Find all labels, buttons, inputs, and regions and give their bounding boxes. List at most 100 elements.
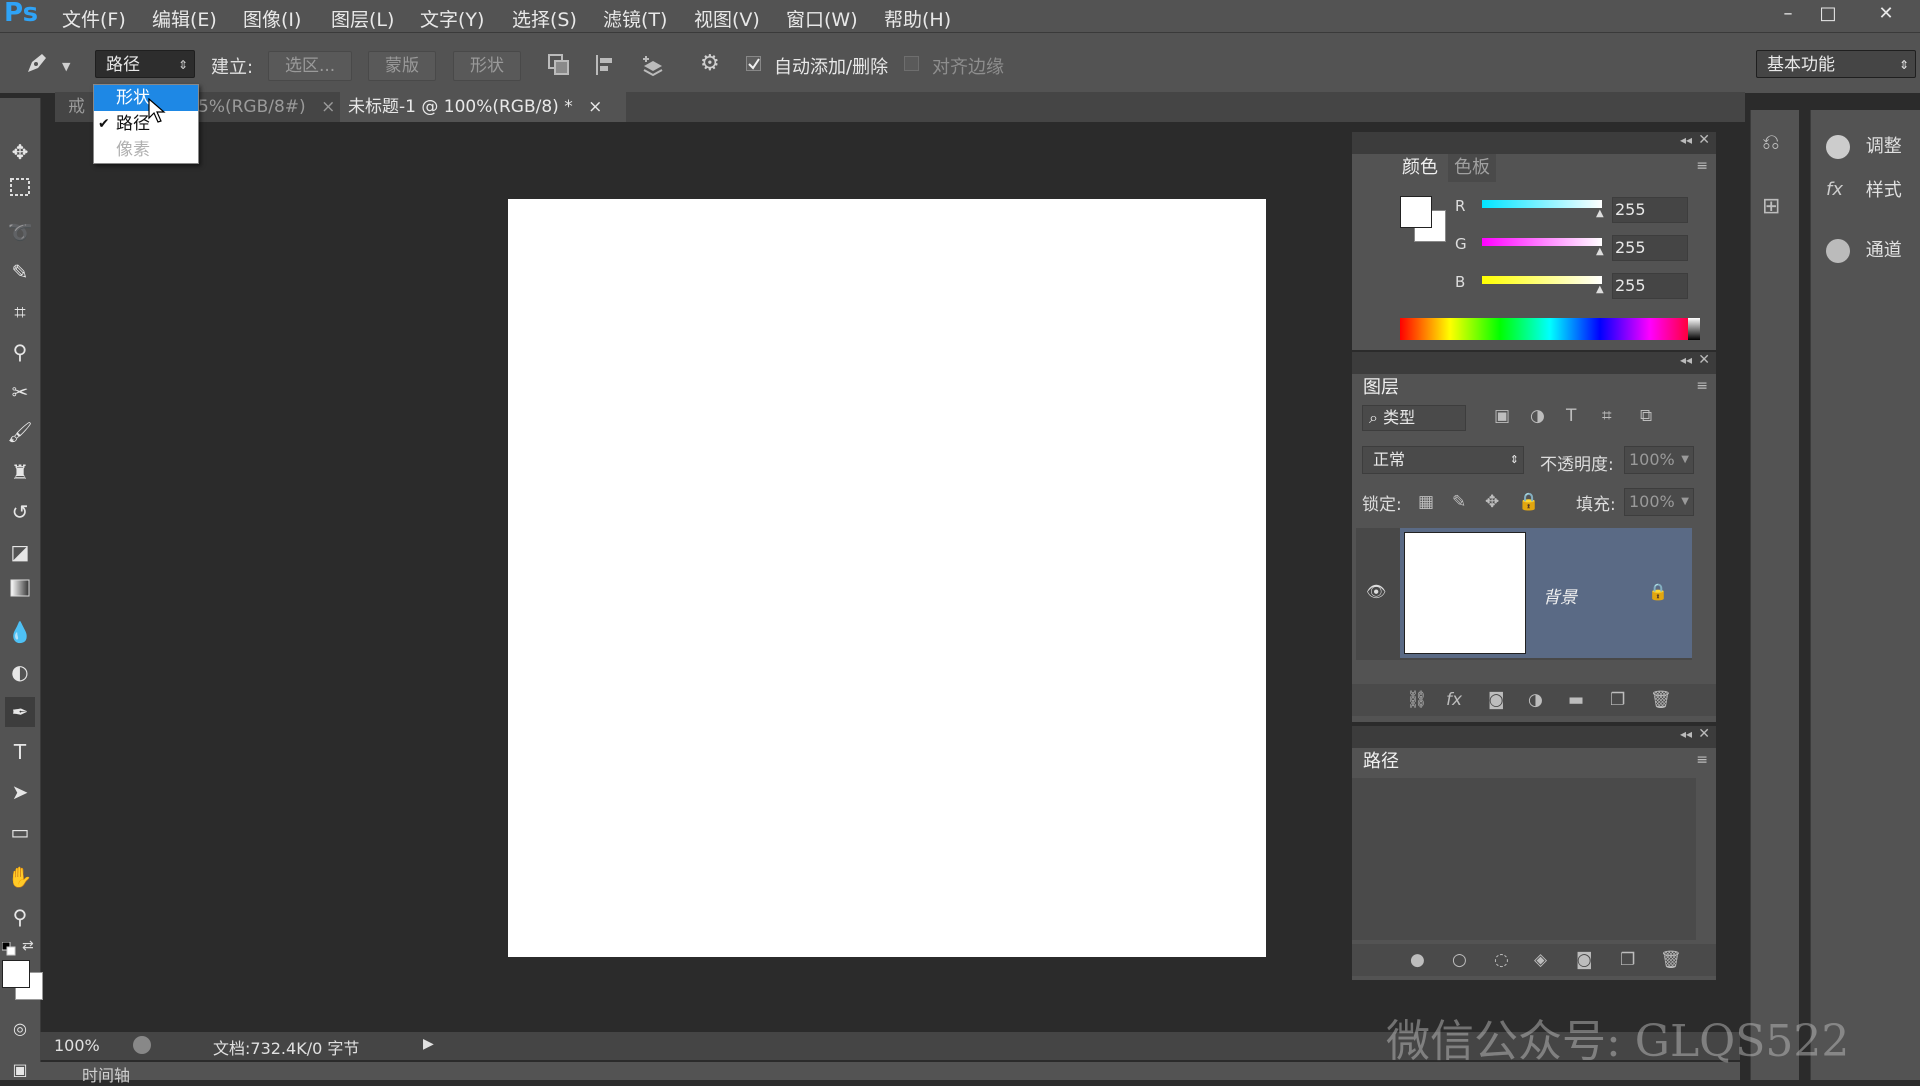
path-operations-icon[interactable] bbox=[546, 52, 572, 78]
load-selection-icon[interactable]: ◌ bbox=[1494, 950, 1509, 970]
close-panel-icon[interactable]: ✕ bbox=[1698, 726, 1710, 742]
swap-colors-icon[interactable]: ⇄ bbox=[22, 938, 34, 954]
quick-select-tool-icon[interactable]: ✎ bbox=[5, 257, 35, 287]
color-spectrum-ramp[interactable] bbox=[1400, 318, 1700, 340]
menu-layer[interactable]: 图层(L) bbox=[331, 5, 394, 32]
panel-menu-icon[interactable]: ≡ bbox=[1696, 752, 1708, 768]
fg-color-preview[interactable] bbox=[1400, 196, 1432, 228]
menu-file[interactable]: 文件(F) bbox=[62, 5, 126, 32]
opacity-field[interactable]: 100% ▼ bbox=[1624, 446, 1694, 474]
close-panel-icon[interactable]: ✕ bbox=[1698, 352, 1710, 368]
workspace-select[interactable]: 基本功能 ⇕ bbox=[1756, 50, 1916, 78]
pen-tool-preset-icon[interactable] bbox=[22, 48, 52, 78]
collapse-icon[interactable]: ◂◂ bbox=[1680, 727, 1692, 741]
menu-type[interactable]: 文字(Y) bbox=[420, 5, 484, 32]
layer-thumbnail[interactable] bbox=[1404, 532, 1526, 654]
link-layers-icon[interactable]: ⛓ bbox=[1406, 690, 1428, 710]
zoom-level[interactable]: 100% bbox=[54, 1036, 100, 1055]
smart-object-filter-icon[interactable]: ⧉ bbox=[1640, 406, 1652, 426]
shape-filter-icon[interactable]: ⌗ bbox=[1602, 406, 1612, 426]
g-slider-thumb-icon[interactable]: ▲ bbox=[1596, 246, 1604, 257]
hand-tool-icon[interactable]: ✋ bbox=[5, 862, 35, 892]
menu-window[interactable]: 窗口(W) bbox=[786, 5, 858, 32]
stroke-path-icon[interactable]: ○ bbox=[1452, 950, 1467, 970]
default-colors-icon[interactable] bbox=[1, 940, 16, 956]
zoom-tool-icon[interactable]: ⚲ bbox=[5, 902, 35, 932]
timeline-tab[interactable]: 时间轴 bbox=[82, 1062, 130, 1086]
dodge-tool-icon[interactable]: ◐ bbox=[5, 657, 35, 687]
panel-menu-icon[interactable]: ≡ bbox=[1696, 158, 1708, 174]
r-value-field[interactable]: 255 bbox=[1612, 197, 1688, 223]
new-path-icon[interactable]: ❐ bbox=[1620, 950, 1635, 970]
lasso-tool-icon[interactable]: ➰ bbox=[5, 217, 35, 247]
menu-filter[interactable]: 滤镜(T) bbox=[603, 5, 667, 32]
crop-tool-icon[interactable]: ⌗ bbox=[5, 297, 35, 327]
gear-icon[interactable]: ⚙ bbox=[700, 51, 720, 76]
b-slider-thumb-icon[interactable]: ▲ bbox=[1596, 284, 1604, 295]
export-status-icon[interactable] bbox=[133, 1036, 151, 1054]
new-adjustment-icon[interactable]: ◑ bbox=[1528, 690, 1543, 710]
make-shape-button[interactable]: 形状 bbox=[453, 51, 521, 81]
clone-stamp-tool-icon[interactable]: ♜ bbox=[5, 457, 35, 487]
lock-position-icon[interactable]: ✥ bbox=[1485, 492, 1499, 512]
rectangle-tool-icon[interactable]: ▭ bbox=[5, 817, 35, 847]
preset-chevron-down-icon[interactable]: ▼ bbox=[62, 60, 70, 73]
b-value-field[interactable]: 255 bbox=[1612, 273, 1688, 299]
tab-color[interactable]: 颜色 bbox=[1396, 154, 1444, 182]
layer-filter-select[interactable]: ⌕ 类型 bbox=[1362, 405, 1466, 431]
tab-layers[interactable]: 图层 bbox=[1356, 374, 1406, 402]
pen-tool-icon[interactable]: ✒ bbox=[5, 697, 35, 727]
new-layer-icon[interactable]: ❐ bbox=[1610, 690, 1625, 710]
tab-paths[interactable]: 路径 bbox=[1356, 748, 1406, 776]
path-selection-tool-icon[interactable]: ➤ bbox=[5, 777, 35, 807]
lock-transparent-icon[interactable]: ▦ bbox=[1418, 492, 1434, 512]
eyedropper-tool-icon[interactable]: ⚲ bbox=[5, 337, 35, 367]
g-channel-slider[interactable] bbox=[1482, 238, 1602, 246]
tab-swatches[interactable]: 色板 bbox=[1448, 154, 1496, 182]
mode-option-path[interactable]: ✔ 路径 bbox=[94, 111, 198, 137]
add-mask-icon[interactable]: ◙ bbox=[1576, 950, 1593, 970]
maximize-button[interactable]: □ bbox=[1808, 0, 1848, 30]
healing-brush-tool-icon[interactable]: ✂ bbox=[5, 377, 35, 407]
menu-view[interactable]: 视图(V) bbox=[694, 5, 760, 32]
blend-mode-select[interactable]: 正常 ⇕ bbox=[1362, 446, 1524, 474]
lock-all-icon[interactable]: 🔒 bbox=[1518, 492, 1539, 512]
lock-image-icon[interactable]: ✎ bbox=[1452, 492, 1466, 512]
add-mask-icon[interactable]: ◙ bbox=[1488, 690, 1505, 710]
adjustment-filter-icon[interactable]: ◑ bbox=[1530, 406, 1545, 426]
fill-path-icon[interactable]: ● bbox=[1410, 950, 1425, 970]
dock-styles[interactable]: fx 样式 bbox=[1826, 176, 1916, 206]
doc-tab-partial[interactable]: 戒 bbox=[60, 92, 93, 122]
document-canvas[interactable] bbox=[508, 199, 1266, 957]
fx-icon[interactable]: fx bbox=[1446, 690, 1462, 710]
foreground-color-swatch[interactable] bbox=[2, 960, 30, 988]
menu-select[interactable]: 选择(S) bbox=[512, 5, 577, 32]
trash-icon[interactable]: 🗑 bbox=[1650, 690, 1672, 710]
image-filter-icon[interactable]: ▣ bbox=[1494, 406, 1510, 426]
quick-mask-icon[interactable]: ◎ bbox=[5, 1014, 35, 1044]
path-alignment-icon[interactable] bbox=[593, 52, 619, 78]
trash-icon[interactable]: 🗑 bbox=[1660, 950, 1682, 970]
mode-option-shape[interactable]: 形状 bbox=[94, 85, 198, 111]
align-edges-checkbox[interactable] bbox=[904, 56, 919, 71]
history-brush-tool-icon[interactable]: ↺ bbox=[5, 497, 35, 527]
history-icon[interactable]: ⎌ bbox=[1762, 130, 1780, 155]
fill-field[interactable]: 100% ▼ bbox=[1624, 488, 1694, 516]
make-work-path-icon[interactable]: ◈ bbox=[1534, 950, 1547, 970]
menu-help[interactable]: 帮助(H) bbox=[884, 5, 951, 32]
type-filter-icon[interactable]: T bbox=[1566, 406, 1576, 426]
b-channel-slider[interactable] bbox=[1482, 276, 1602, 284]
type-tool-icon[interactable]: T bbox=[5, 737, 35, 767]
collapse-icon[interactable]: ◂◂ bbox=[1680, 133, 1692, 147]
eraser-tool-icon[interactable]: ◪ bbox=[5, 537, 35, 567]
minimize-button[interactable]: – bbox=[1768, 0, 1808, 30]
doc-tab-active-close-icon[interactable]: × bbox=[588, 97, 602, 117]
mode-select[interactable]: 路径 ⇕ bbox=[95, 50, 195, 78]
make-mask-button[interactable]: 蒙版 bbox=[368, 51, 436, 81]
dock-adjustments[interactable]: 调整 bbox=[1826, 132, 1916, 162]
screen-mode-icon[interactable]: ▣ bbox=[5, 1055, 35, 1085]
close-button[interactable]: ✕ bbox=[1866, 0, 1906, 30]
menu-image[interactable]: 图像(I) bbox=[243, 5, 301, 32]
panel-menu-icon[interactable]: ≡ bbox=[1696, 378, 1708, 394]
r-slider-thumb-icon[interactable]: ▲ bbox=[1596, 208, 1604, 219]
